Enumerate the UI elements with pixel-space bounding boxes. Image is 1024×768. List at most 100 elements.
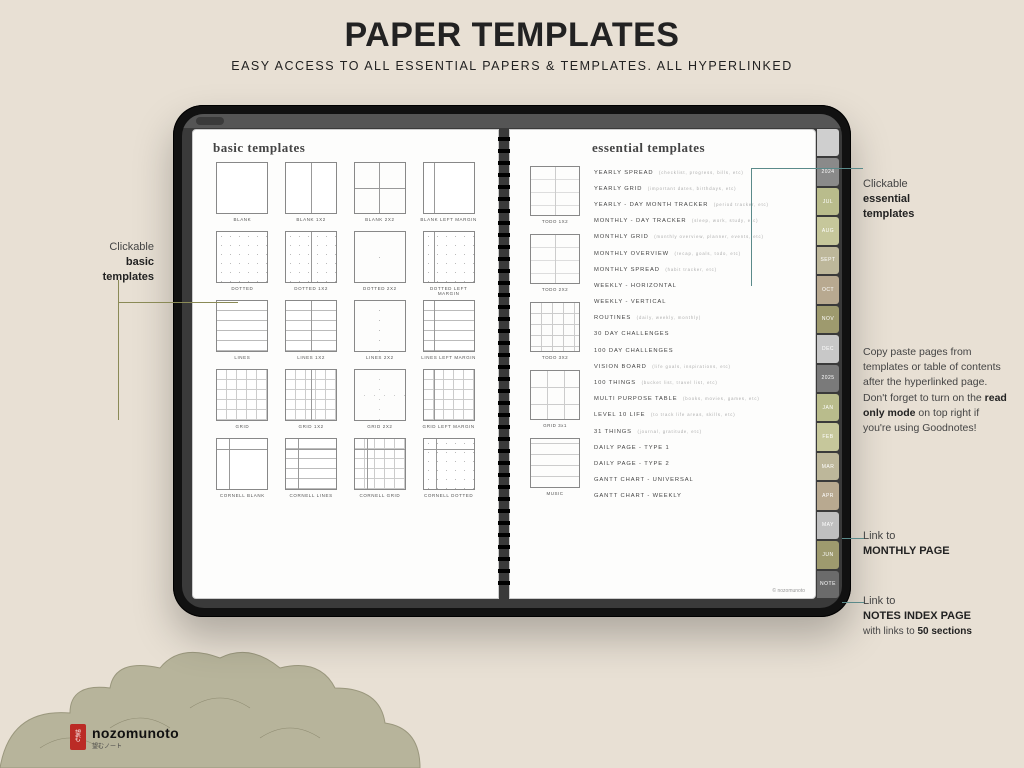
basic-template-item[interactable]: GRID 2X2 <box>351 369 410 432</box>
template-thumbnail[interactable] <box>285 369 337 421</box>
essential-template-link[interactable]: MONTHLY - DAY TRACKER (sleep, work, stud… <box>594 213 799 229</box>
basic-template-item[interactable]: LINES 1X2 <box>282 300 341 363</box>
template-thumbnail[interactable] <box>285 231 337 283</box>
essential-template-link[interactable]: DAILY PAGE - TYPE 2 <box>594 455 799 471</box>
template-thumbnail[interactable] <box>423 162 475 214</box>
essential-template-link[interactable]: LEVEL 10 LIFE (to track life areas, skil… <box>594 407 799 423</box>
essential-template-link[interactable]: WEEKLY - HORIZONTAL <box>594 277 799 293</box>
basic-template-item[interactable]: BLANK 1X2 <box>282 162 341 225</box>
toolbar-pill <box>196 117 224 125</box>
basic-template-item[interactable]: DOTTED LEFT MARGIN <box>419 231 478 294</box>
sidebar-tab-jul[interactable]: JUL <box>817 188 839 215</box>
basic-template-item[interactable]: CORNELL GRID <box>351 438 410 501</box>
essential-template-link[interactable]: YEARLY GRID (important dates, birthdays,… <box>594 180 799 196</box>
sidebar-tab-jan[interactable]: JAN <box>817 394 839 421</box>
basic-template-item[interactable]: DOTTED 1X2 <box>282 231 341 294</box>
template-label: GRID 2X2 <box>367 424 392 432</box>
preview-template-item[interactable]: GRID 3x1 <box>524 370 586 428</box>
basic-template-item[interactable]: BLANK <box>213 162 272 225</box>
basic-template-item[interactable]: GRID LEFT MARGIN <box>419 369 478 432</box>
template-thumbnail[interactable] <box>354 369 406 421</box>
preview-thumbnail[interactable] <box>530 370 580 420</box>
sidebar-tab-dec[interactable]: DEC <box>817 335 839 362</box>
brand-name: nozomunoto <box>92 725 179 741</box>
preview-template-item[interactable]: MUSIC <box>524 438 586 496</box>
basic-template-item[interactable]: LINES LEFT MARGIN <box>419 300 478 363</box>
template-thumbnail[interactable] <box>354 231 406 283</box>
essential-template-sub: (habit tracker, etc) <box>665 267 717 272</box>
sidebar-tab-feb[interactable]: FEB <box>817 423 839 450</box>
essential-template-link[interactable]: YEARLY SPREAD (checklist, progress, bill… <box>594 164 799 180</box>
preview-label: MUSIC <box>524 491 586 496</box>
basic-template-item[interactable]: CORNELL BLANK <box>213 438 272 501</box>
basic-template-item[interactable]: LINES <box>213 300 272 363</box>
template-thumbnail[interactable] <box>216 369 268 421</box>
basic-template-item[interactable]: BLANK LEFT MARGIN <box>419 162 478 225</box>
essential-template-link[interactable]: MONTHLY OVERVIEW (recap, goals, todo, et… <box>594 245 799 261</box>
essential-template-link[interactable]: MONTHLY SPREAD (habit tracker, etc) <box>594 261 799 277</box>
template-thumbnail[interactable] <box>216 162 268 214</box>
template-thumbnail[interactable] <box>216 300 268 352</box>
essential-template-sub: (period tracker, etc) <box>714 202 769 207</box>
template-thumbnail[interactable] <box>354 438 406 490</box>
template-thumbnail[interactable] <box>423 438 475 490</box>
preview-thumbnail[interactable] <box>530 438 580 488</box>
template-thumbnail[interactable] <box>285 300 337 352</box>
callout-tip: Copy paste pages from templates or table… <box>863 345 1008 436</box>
essential-template-link[interactable]: GANTT CHART - WEEKLY <box>594 488 799 504</box>
template-thumbnail[interactable] <box>423 300 475 352</box>
essential-template-link[interactable]: 100 DAY CHALLENGES <box>594 342 799 358</box>
template-label: CORNELL GRID <box>359 493 400 501</box>
basic-template-item[interactable]: LINES 2X2 <box>351 300 410 363</box>
sidebar-tab-2024[interactable]: 2024 <box>817 158 839 185</box>
preview-template-item[interactable]: TODO 1X2 <box>524 166 586 224</box>
sidebar-tab-apr[interactable]: APR <box>817 482 839 509</box>
basic-template-item[interactable]: CORNELL DOTTED <box>419 438 478 501</box>
preview-template-item[interactable]: TODO 2X2 <box>524 234 586 292</box>
sidebar-tab-mar[interactable]: MAR <box>817 453 839 480</box>
sidebar-tab-sept[interactable]: SEPT <box>817 247 839 274</box>
template-thumbnail[interactable] <box>285 438 337 490</box>
sidebar-tab-may[interactable]: MAY <box>817 512 839 539</box>
basic-template-item[interactable]: CORNELL LINES <box>282 438 341 501</box>
essential-template-link[interactable]: MULTI PURPOSE TABLE (books, movies, game… <box>594 391 799 407</box>
essential-template-link[interactable]: YEARLY - DAY MONTH TRACKER (period track… <box>594 196 799 212</box>
basic-template-item[interactable]: GRID 1X2 <box>282 369 341 432</box>
template-thumbnail[interactable] <box>216 438 268 490</box>
basic-template-item[interactable]: DOTTED <box>213 231 272 294</box>
essential-template-link[interactable]: DAILY PAGE - TYPE 1 <box>594 439 799 455</box>
basic-template-item[interactable]: DOTTED 2X2 <box>351 231 410 294</box>
sidebar-tab-icon[interactable] <box>817 129 839 156</box>
essential-template-sub: (important dates, birthdays, etc) <box>648 186 737 191</box>
template-thumbnail[interactable] <box>354 300 406 352</box>
sidebar-tab-nov[interactable]: NOV <box>817 306 839 333</box>
side-tabs: 2024 JULAUG SEPTOCT NOVDEC 2025JANFEB MARAPR M… <box>817 128 839 599</box>
essential-template-link[interactable]: 100 THINGS (bucket list, travel list, et… <box>594 374 799 390</box>
essential-template-link[interactable]: WEEKLY - VERTICAL <box>594 294 799 310</box>
sidebar-tab-oct[interactable]: OCT <box>817 276 839 303</box>
essential-template-link[interactable]: VISION BOARD (life goals, inspirations, … <box>594 358 799 374</box>
basic-template-item[interactable]: GRID <box>213 369 272 432</box>
template-thumbnail[interactable] <box>216 231 268 283</box>
essential-template-link[interactable]: 31 THINGS (journal, gratitude, etc) <box>594 423 799 439</box>
template-thumbnail[interactable] <box>354 162 406 214</box>
sidebar-tab-aug[interactable]: AUG <box>817 217 839 244</box>
sidebar-tab-jun[interactable]: JUN <box>817 541 839 568</box>
essential-template-link[interactable]: 30 DAY CHALLENGES <box>594 326 799 342</box>
template-label: BLANK 2X2 <box>365 217 394 225</box>
template-label: DOTTED <box>231 286 253 294</box>
basic-template-item[interactable]: BLANK 2X2 <box>351 162 410 225</box>
essential-template-link[interactable]: ROUTINES (daily, weekly, monthly) <box>594 310 799 326</box>
preview-thumbnail[interactable] <box>530 234 580 284</box>
preview-template-item[interactable]: TODO 3X2 <box>524 302 586 360</box>
preview-thumbnail[interactable] <box>530 302 580 352</box>
preview-thumbnail[interactable] <box>530 166 580 216</box>
template-thumbnail[interactable] <box>285 162 337 214</box>
essential-template-link[interactable]: GANTT CHART - UNIVERSAL <box>594 472 799 488</box>
essential-template-link[interactable]: MONTHLY GRID (monthly overview, planner,… <box>594 229 799 245</box>
essential-templates-list: YEARLY SPREAD (checklist, progress, bill… <box>586 162 799 586</box>
sidebar-tab-note[interactable]: NOTE <box>817 571 839 598</box>
template-thumbnail[interactable] <box>423 369 475 421</box>
template-thumbnail[interactable] <box>423 231 475 283</box>
sidebar-tab-2025[interactable]: 2025 <box>817 365 839 392</box>
